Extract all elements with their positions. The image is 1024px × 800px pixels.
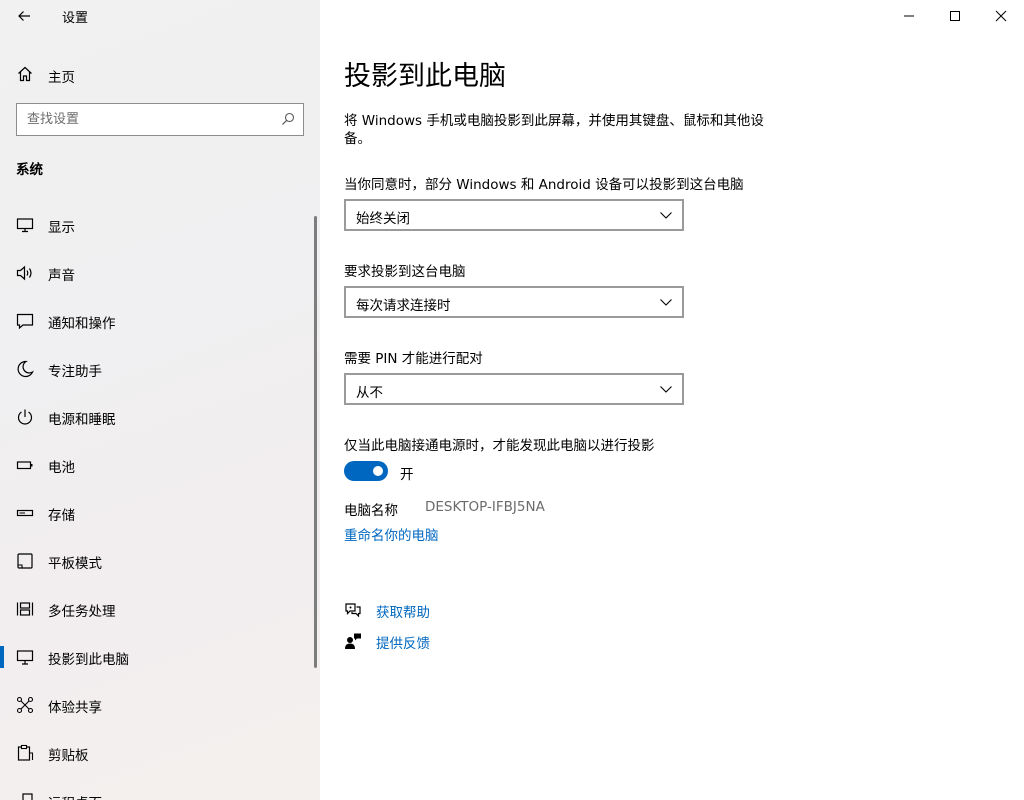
sidebar-item-label: 剪贴板 bbox=[48, 748, 89, 764]
power-discovery-label: 仅当此电脑接通电源时，才能发现此电脑以进行投影 bbox=[344, 438, 655, 454]
moon-icon bbox=[17, 360, 34, 378]
pin-pairing-label: 需要 PIN 才能进行配对 bbox=[344, 351, 483, 367]
project-icon bbox=[16, 650, 34, 665]
home-icon bbox=[18, 66, 32, 82]
sidebar-item-shared-experiences[interactable]: 体验共享 bbox=[0, 680, 320, 728]
chevron-down-icon bbox=[660, 299, 672, 306]
help-chat-icon bbox=[345, 603, 361, 618]
sidebar-item-label: 通知和操作 bbox=[48, 316, 116, 332]
power-discovery-toggle[interactable] bbox=[344, 461, 388, 481]
toggle-state-label: 开 bbox=[400, 467, 414, 483]
sidebar-item-label: 投影到此电脑 bbox=[48, 652, 129, 668]
sidebar-item-label: 电池 bbox=[48, 460, 75, 476]
sidebar-item-label: 电源和睡眠 bbox=[48, 412, 116, 428]
sidebar-item-label: 存储 bbox=[48, 508, 75, 524]
sidebar-item-sound[interactable]: 声音 bbox=[0, 248, 320, 296]
pin-pairing-value: 从不 bbox=[356, 385, 383, 401]
sidebar-nav-list: 显示 声音 通知和操作 专注助手 电源和睡眠 电池 存储 平板模式 多任务处理 … bbox=[0, 200, 320, 800]
get-help-label: 获取帮助 bbox=[376, 605, 430, 621]
pc-name-value: DESKTOP-IFBJ5NA bbox=[425, 499, 545, 515]
availability-dropdown[interactable]: 始终关闭 bbox=[344, 199, 684, 231]
availability-value: 始终关闭 bbox=[356, 211, 410, 227]
back-arrow-icon bbox=[18, 11, 30, 21]
sidebar-item-remote-desktop[interactable]: 远程桌面 bbox=[0, 776, 320, 800]
ask-to-project-value: 每次请求连接时 bbox=[356, 298, 451, 314]
sidebar-item-battery[interactable]: 电池 bbox=[0, 440, 320, 488]
sidebar-item-display[interactable]: 显示 bbox=[0, 200, 320, 248]
sidebar-item-clipboard[interactable]: 剪贴板 bbox=[0, 728, 320, 776]
sidebar-item-notifications[interactable]: 通知和操作 bbox=[0, 296, 320, 344]
feedback-icon bbox=[345, 633, 361, 649]
give-feedback-label: 提供反馈 bbox=[376, 636, 430, 652]
remote-desktop-icon bbox=[22, 793, 33, 800]
pc-name-label: 电脑名称 bbox=[344, 503, 398, 519]
sidebar-item-home[interactable]: 主页 bbox=[0, 56, 320, 92]
availability-label: 当你同意时，部分 Windows 和 Android 设备可以投影到这台电脑 bbox=[344, 177, 744, 193]
ask-to-project-label: 要求投影到这台电脑 bbox=[344, 264, 466, 280]
storage-icon bbox=[16, 509, 34, 517]
multitask-icon bbox=[16, 602, 34, 616]
search-input[interactable] bbox=[17, 105, 267, 134]
search-icon[interactable] bbox=[281, 112, 295, 126]
clipboard-icon bbox=[17, 744, 34, 761]
sidebar-item-project-to-pc[interactable]: 投影到此电脑 bbox=[0, 632, 320, 680]
tablet-icon bbox=[17, 553, 33, 569]
page-title: 投影到此电脑 bbox=[344, 61, 506, 92]
sidebar-item-focus-assist[interactable]: 专注助手 bbox=[0, 344, 320, 392]
sidebar-item-tablet-mode[interactable]: 平板模式 bbox=[0, 536, 320, 584]
rename-pc-link[interactable]: 重命名你的电脑 bbox=[344, 524, 439, 544]
speaker-icon bbox=[16, 265, 32, 281]
sidebar: 设置 主页 系统 显示 声音 bbox=[0, 0, 320, 800]
sidebar-item-power-sleep[interactable]: 电源和睡眠 bbox=[0, 392, 320, 440]
chevron-down-icon bbox=[660, 386, 672, 393]
sidebar-item-label: 远程桌面 bbox=[48, 792, 102, 800]
sidebar-item-label: 显示 bbox=[48, 220, 75, 236]
pin-pairing-dropdown[interactable]: 从不 bbox=[344, 373, 684, 405]
share-icon bbox=[16, 696, 34, 714]
sidebar-home-label: 主页 bbox=[48, 70, 75, 86]
sidebar-item-label: 声音 bbox=[48, 268, 75, 284]
chevron-down-icon bbox=[660, 212, 672, 219]
sidebar-item-label: 专注助手 bbox=[48, 364, 102, 380]
search-box[interactable] bbox=[16, 103, 304, 136]
sidebar-section-title: 系统 bbox=[16, 162, 43, 178]
toggle-knob bbox=[373, 466, 383, 476]
main-content: 投影到此电脑 将 Windows 手机或电脑投影到此屏幕，并使用其键盘、鼠标和其… bbox=[320, 0, 1024, 800]
sidebar-item-multitasking[interactable]: 多任务处理 bbox=[0, 584, 320, 632]
sidebar-item-label: 体验共享 bbox=[48, 700, 102, 716]
power-icon bbox=[17, 409, 33, 425]
page-description: 将 Windows 手机或电脑投影到此屏幕，并使用其键盘、鼠标和其他设备。 bbox=[344, 113, 764, 147]
app-title: 设置 bbox=[62, 11, 89, 26]
notification-icon bbox=[16, 313, 34, 330]
back-button[interactable] bbox=[8, 2, 40, 30]
monitor-icon bbox=[16, 218, 34, 233]
sidebar-scrollbar[interactable] bbox=[314, 216, 317, 668]
ask-to-project-dropdown[interactable]: 每次请求连接时 bbox=[344, 286, 684, 318]
sidebar-item-label: 多任务处理 bbox=[48, 604, 116, 620]
sidebar-item-storage[interactable]: 存储 bbox=[0, 488, 320, 536]
sidebar-item-label: 平板模式 bbox=[48, 556, 102, 572]
battery-icon bbox=[16, 461, 33, 470]
